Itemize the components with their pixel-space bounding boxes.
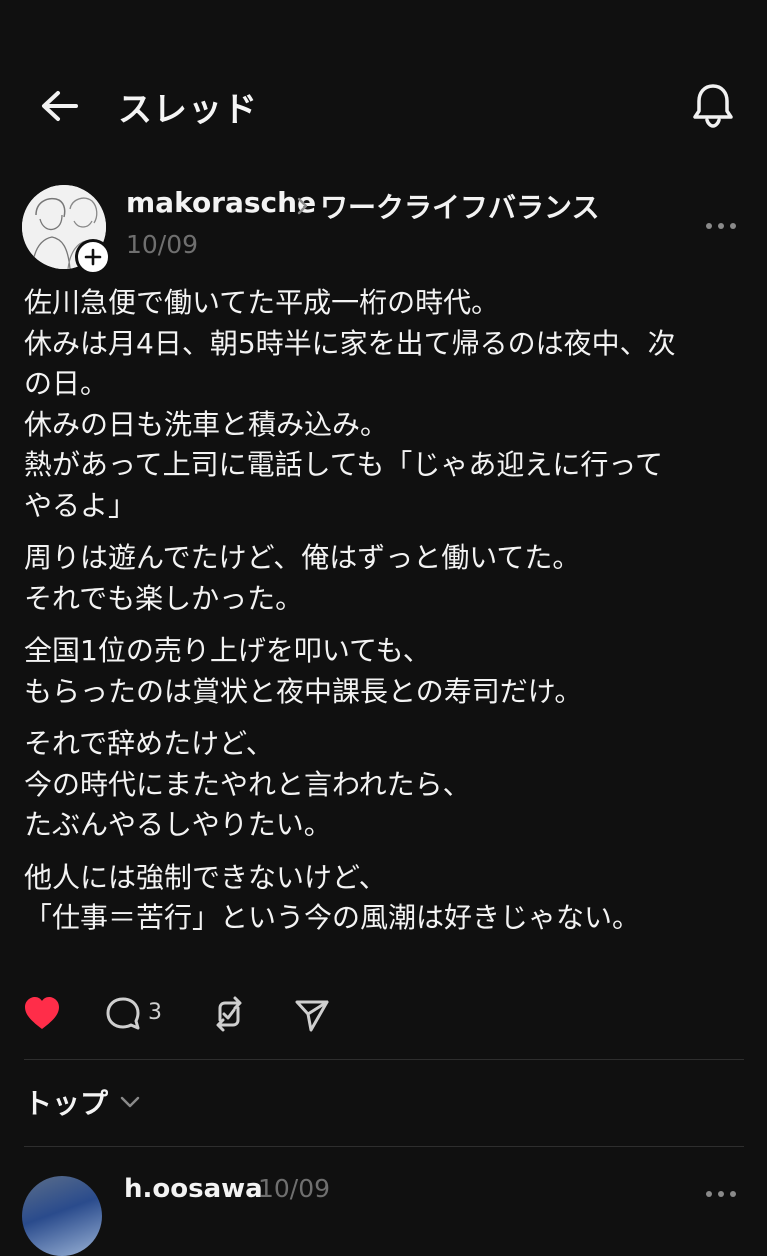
text-line: 他人には強制できないけど、 <box>24 860 387 894</box>
author-name[interactable]: makorasche <box>126 186 316 219</box>
top-app-bar: スレッド <box>0 60 767 150</box>
text-line: 全国1位の売り上げを叩いても、 <box>24 634 431 667</box>
post-body: 佐川急便で働いてた平成一桁の時代。 休みは月4日、朝5時半に家を出て帰るのは夜中… <box>24 283 744 951</box>
back-button[interactable] <box>36 86 84 126</box>
arrow-left-icon <box>42 91 78 121</box>
text-line: 今の時代にまたやれと言われたら、 <box>24 767 471 801</box>
text-line: たぶんやるしやりたい。 <box>24 808 332 841</box>
text-line: それで辞めたけど、 <box>24 727 274 760</box>
chevron-right-icon <box>294 193 312 219</box>
text-line: 休みは月4日、朝5時半に家を出て帰るのは夜中、次 <box>24 326 676 360</box>
send-icon <box>295 1000 329 1032</box>
plus-icon <box>84 248 102 266</box>
text-line: それでも楽しかった。 <box>24 581 304 615</box>
more-horizontal-icon <box>706 223 736 229</box>
repost-button[interactable] <box>210 994 248 1034</box>
divider <box>24 1146 744 1147</box>
paragraph: 周りは遊んでたけど、俺はずっと働いてた。 それでも楽しかった。 <box>24 538 744 619</box>
reply-author-avatar[interactable] <box>22 1176 102 1256</box>
text-line: やるよ」 <box>24 488 137 522</box>
reply-count: 3 <box>148 1000 162 1025</box>
text-line: 熱があって上司に電話しても「じゃあ迎えに行って <box>24 448 663 481</box>
notification-button[interactable] <box>688 80 738 130</box>
follow-button[interactable] <box>75 239 111 275</box>
like-button[interactable] <box>22 994 62 1034</box>
more-horizontal-icon <box>706 1191 736 1197</box>
reply-button[interactable] <box>104 994 142 1034</box>
text-line: 休みの日も洗車と積み込み。 <box>24 407 389 441</box>
text-line: もらったのは賞状と夜中課長との寿司だけ。 <box>24 674 583 708</box>
reply-more-options-button[interactable] <box>704 1186 738 1200</box>
page-title: スレッド <box>118 90 258 130</box>
post-actions: 3 <box>0 990 767 1040</box>
heart-icon <box>25 997 59 1029</box>
paragraph: 佐川急便で働いてた平成一桁の時代。 休みは月4日、朝5時半に家を出て帰るのは夜中… <box>24 283 744 526</box>
more-options-button[interactable] <box>704 216 738 236</box>
speech-bubble-icon <box>106 997 140 1030</box>
text-line: 「仕事＝苦行」という今の風潮は好きじゃない。 <box>24 901 641 934</box>
paragraph: それで辞めたけど、 今の時代にまたやれと言われたら、 たぶんやるしやりたい。 <box>24 724 744 846</box>
sort-selector[interactable]: トップ <box>24 1082 140 1122</box>
text-line: 周りは遊んでたけど、俺はずっと働いてた。 <box>24 541 581 574</box>
text-line: 佐川急便で働いてた平成一桁の時代。 <box>24 286 500 319</box>
repost-icon <box>216 996 242 1032</box>
reply-date: 10/09 <box>258 1174 331 1203</box>
paragraph: 他人には強制できないけど、 「仕事＝苦行」という今の風潮は好きじゃない。 <box>24 858 744 939</box>
paragraph: 全国1位の売り上げを叩いても、 もらったのは賞状と夜中課長との寿司だけ。 <box>24 631 744 712</box>
post-date: 10/09 <box>126 230 199 259</box>
sort-label: トップ <box>24 1087 109 1120</box>
text-line: の日。 <box>24 367 109 400</box>
share-button[interactable] <box>293 994 331 1034</box>
divider <box>24 1059 744 1060</box>
chevron-down-icon <box>120 1096 140 1108</box>
topic-link[interactable]: ワークライフバランス <box>320 186 599 226</box>
bell-icon <box>693 84 733 128</box>
